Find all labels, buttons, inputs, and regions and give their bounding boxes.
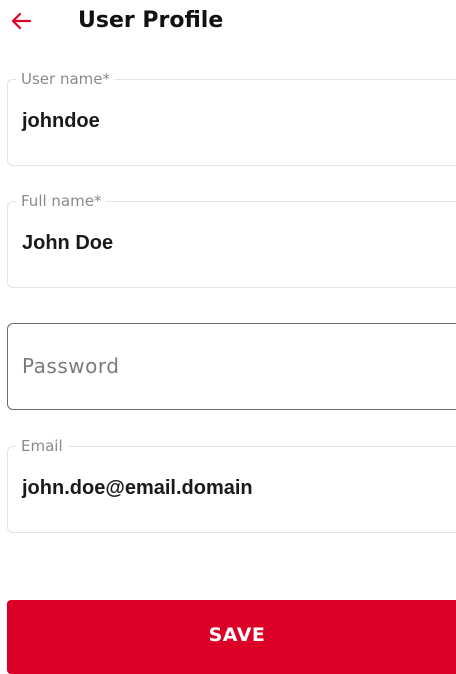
arrow-left-icon: [11, 12, 32, 30]
password-placeholder: Password: [22, 354, 120, 378]
page-title: User Profile: [78, 8, 224, 33]
fullname-field[interactable]: Full name* John Doe: [7, 192, 456, 288]
email-label: Email: [16, 437, 68, 455]
email-field[interactable]: Email john.doe@email.domain: [7, 437, 456, 533]
fullname-value[interactable]: John Doe: [22, 230, 113, 256]
email-value[interactable]: john.doe@email.domain: [22, 475, 253, 501]
app-bar: User Profile: [0, 0, 456, 44]
save-button[interactable]: SAVE: [7, 600, 456, 674]
fullname-label: Full name*: [16, 192, 107, 210]
username-label: User name*: [16, 70, 115, 88]
back-button[interactable]: [6, 6, 36, 36]
username-field[interactable]: User name* johndoe: [7, 70, 456, 166]
password-field[interactable]: Password: [7, 323, 456, 410]
username-value[interactable]: johndoe: [22, 108, 100, 134]
